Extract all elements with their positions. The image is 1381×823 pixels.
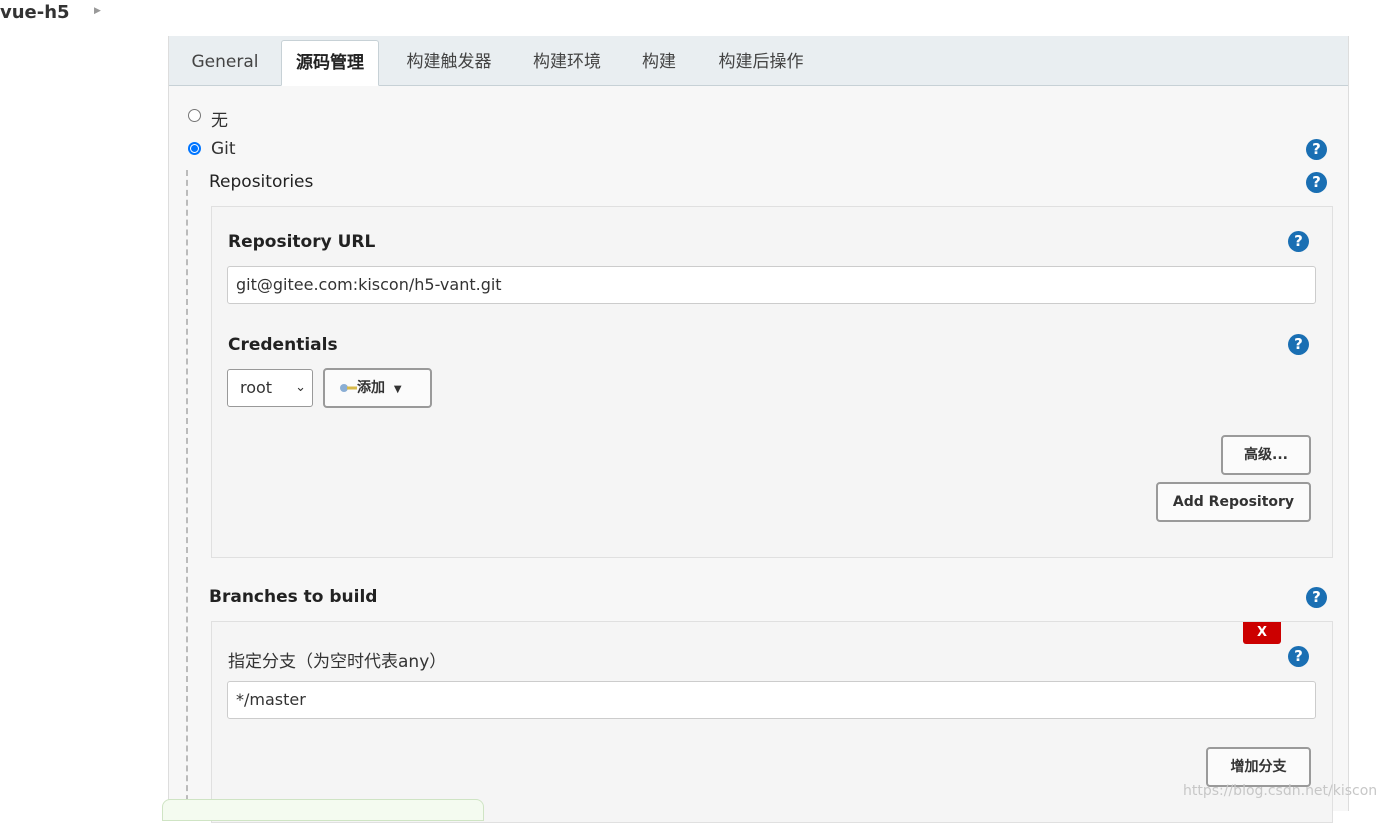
credentials-help-icon[interactable]: ?: [1288, 334, 1309, 355]
key-icon: [340, 384, 357, 392]
top-bar: vue-h5 ▶: [0, 0, 1381, 36]
repositories-help-icon[interactable]: ?: [1306, 172, 1327, 193]
tab-scm[interactable]: 源码管理: [281, 40, 379, 86]
branches-help-icon[interactable]: ?: [1306, 587, 1327, 608]
tab-build-environment[interactable]: 构建环境: [521, 40, 613, 84]
tab-build-triggers[interactable]: 构建触发器: [393, 40, 505, 84]
add-branch-button[interactable]: 增加分支: [1206, 747, 1311, 787]
breadcrumb-chevron-icon[interactable]: ▶: [94, 6, 101, 16]
tab-general[interactable]: General: [181, 40, 269, 84]
branch-specifier-label: 指定分支（为空时代表any）: [228, 652, 447, 672]
branches-title: Branches to build: [209, 587, 378, 607]
repository-url-help-icon[interactable]: ?: [1288, 231, 1309, 252]
chevron-down-icon: ⌄: [295, 380, 306, 395]
add-credentials-label: 添加: [357, 380, 385, 396]
add-credentials-button[interactable]: 添加 ▼: [323, 368, 432, 408]
tab-bar: General 源码管理 构建触发器 构建环境 构建 构建后操作: [169, 36, 1348, 86]
branch-specifier-input[interactable]: */master: [227, 681, 1316, 719]
tab-build[interactable]: 构建: [631, 40, 687, 84]
scm-git-radio[interactable]: [188, 142, 201, 155]
add-repository-button[interactable]: Add Repository: [1156, 482, 1311, 522]
git-section-indent-line: [186, 170, 188, 811]
git-help-icon[interactable]: ?: [1306, 139, 1327, 160]
repository-url-label: Repository URL: [228, 232, 376, 252]
advanced-button[interactable]: 高级...: [1221, 435, 1311, 475]
tab-post-build[interactable]: 构建后操作: [707, 40, 815, 84]
scm-none-radio[interactable]: [188, 109, 201, 122]
caret-down-icon: ▼: [393, 384, 402, 395]
credentials-select[interactable]: root ⌄: [227, 369, 313, 407]
repository-url-input[interactable]: git@gitee.com:kiscon/h5-vant.git: [227, 266, 1316, 304]
repositories-title: Repositories: [209, 172, 314, 192]
scm-git-label: Git: [211, 139, 236, 159]
bottom-notification-bar: [162, 799, 484, 821]
credentials-label: Credentials: [228, 335, 338, 355]
breadcrumb-project[interactable]: vue-h5: [0, 2, 70, 23]
credentials-select-value: root: [240, 378, 273, 397]
scm-none-label: 无: [211, 111, 228, 131]
watermark-text: https://blog.csdn.net/kiscon: [1183, 783, 1378, 799]
branch-specifier-help-icon[interactable]: ?: [1288, 646, 1309, 667]
delete-branch-button[interactable]: X: [1243, 622, 1281, 644]
